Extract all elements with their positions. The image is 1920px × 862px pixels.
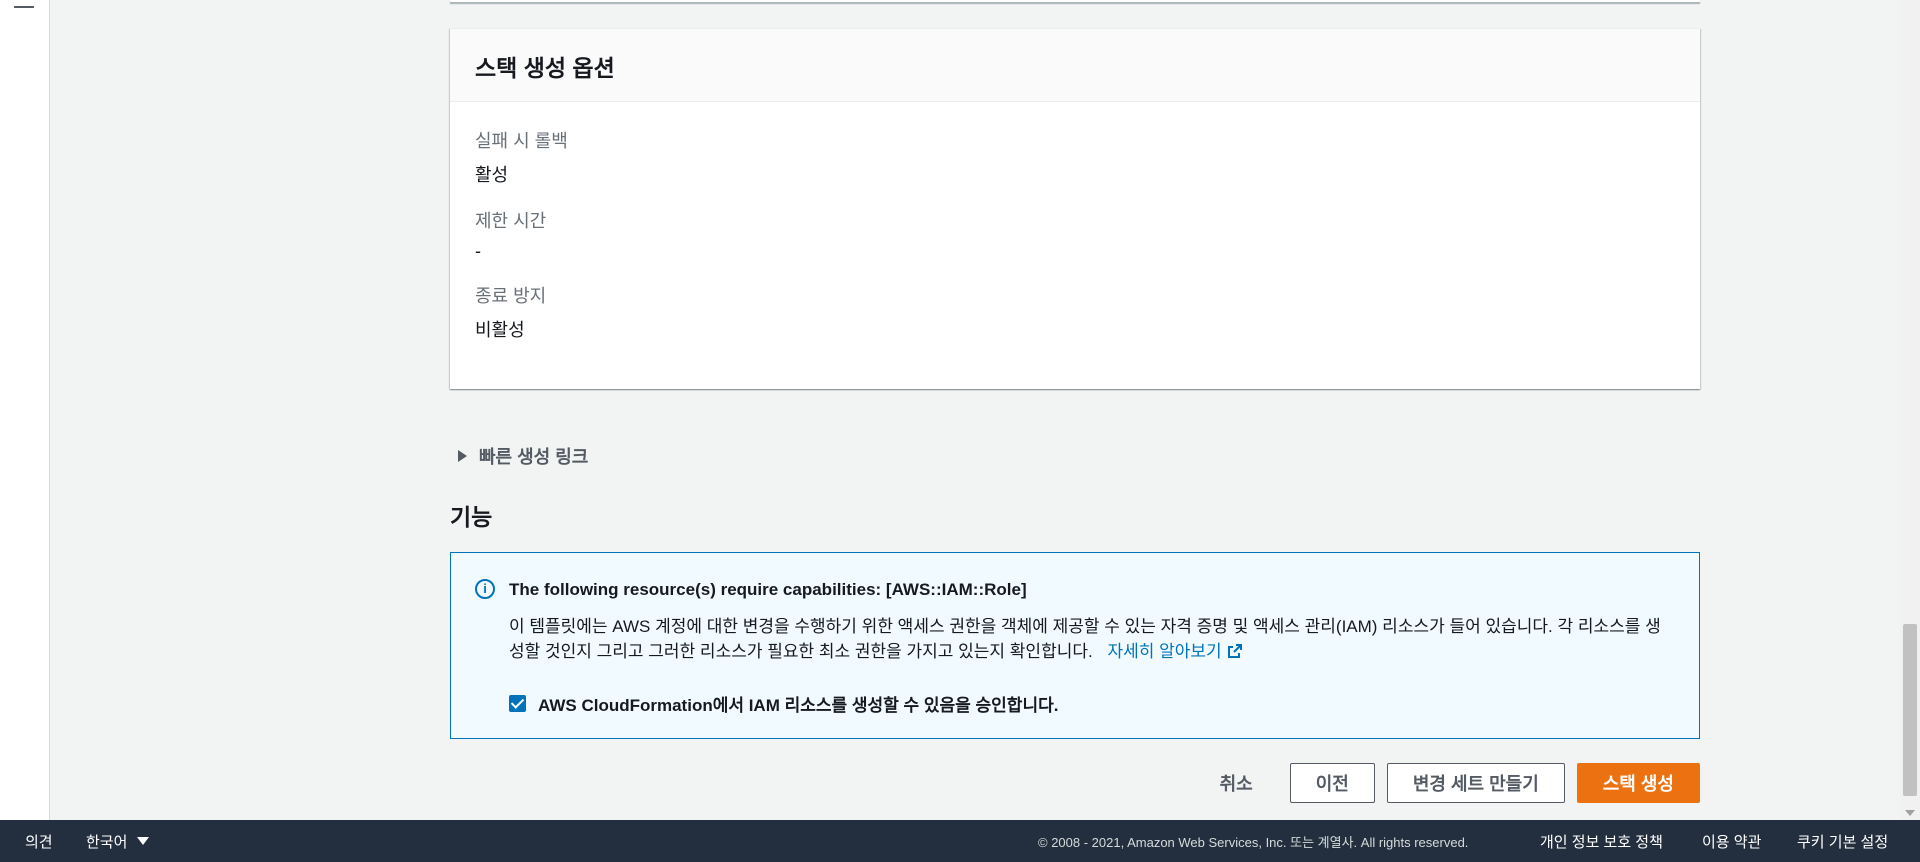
scrollbar-thumb[interactable] <box>1903 624 1917 796</box>
stack-options-card: 스택 생성 옵션 실패 시 롤백 활성 제한 시간 - 종료 방지 비활성 <box>450 28 1700 389</box>
capabilities-info-alert: i The following resource(s) require capa… <box>450 552 1700 739</box>
learn-more-label: 자세히 알아보기 <box>1107 642 1222 661</box>
copyright: © 2008 - 2021, Amazon Web Services, Inc.… <box>1038 834 1469 850</box>
language-label: 한국어 <box>86 833 128 851</box>
caret-down-icon <box>137 837 150 845</box>
wizard-actions: 취소 이전 변경 세트 만들기 스택 생성 <box>1195 763 1700 803</box>
external-link-icon <box>1227 641 1243 658</box>
info-description-text: 이 템플릿에는 AWS 계정에 대한 변경을 수행하기 위한 액세스 권한을 객… <box>509 617 1661 661</box>
iam-ack-label[interactable]: AWS CloudFormation에서 IAM 리소스를 생성할 수 있음을 … <box>538 691 1058 716</box>
learn-more-link[interactable]: 자세히 알아보기 <box>1107 642 1242 661</box>
cookie-preferences-link[interactable]: 쿠키 기본 설정 <box>1797 831 1888 852</box>
scrollbar[interactable] <box>1900 0 1920 820</box>
kv-label: 실패 시 롤백 <box>475 131 568 151</box>
previous-card-edge <box>450 0 1700 3</box>
language-selector[interactable]: 한국어 <box>86 831 150 852</box>
iam-ack-checkbox[interactable] <box>509 695 526 712</box>
expander-label: 빠른 생성 링크 <box>479 447 589 467</box>
console-footer: 의견 한국어 © 2008 - 2021, Amazon Web Service… <box>0 820 1920 862</box>
left-nav-rail <box>0 0 50 820</box>
create-stack-button[interactable]: 스택 생성 <box>1576 763 1700 803</box>
info-title: The following resource(s) require capabi… <box>509 580 1027 599</box>
quick-create-link-expander[interactable]: 빠른 생성 링크 <box>458 443 588 469</box>
kv-label: 종료 방지 <box>475 286 547 306</box>
previous-button[interactable]: 이전 <box>1289 763 1375 803</box>
iam-ack[interactable]: AWS CloudFormation에서 IAM 리소스를 생성할 수 있음을 … <box>509 691 1058 716</box>
termination-protection: 종료 방지 비활성 <box>475 282 1675 342</box>
info-icon: i <box>475 579 495 599</box>
create-changeset-button[interactable]: 변경 세트 만들기 <box>1386 763 1565 803</box>
kv-value: - <box>475 241 481 261</box>
info-description: 이 템플릿에는 AWS 계정에 대한 변경을 수행하기 위한 액세스 권한을 객… <box>509 614 1669 664</box>
terms-of-use-link[interactable]: 이용 약관 <box>1702 831 1761 852</box>
privacy-policy-link[interactable]: 개인 정보 보호 정책 <box>1540 831 1663 852</box>
menu-icon[interactable] <box>14 0 34 8</box>
caret-right-icon <box>458 450 467 462</box>
cancel-button[interactable]: 취소 <box>1195 763 1278 803</box>
card-header: 스택 생성 옵션 <box>450 29 1700 102</box>
capabilities-heading: 기능 <box>450 504 493 530</box>
kv-value: 활성 <box>475 165 509 185</box>
card-body: 실패 시 롤백 활성 제한 시간 - 종료 방지 비활성 <box>450 102 1700 387</box>
feedback-link[interactable]: 의견 <box>25 831 53 852</box>
kv-label: 제한 시간 <box>475 211 547 231</box>
rollback-on-failure: 실패 시 롤백 활성 <box>475 127 1675 187</box>
card-title: 스택 생성 옵션 <box>475 55 615 81</box>
scroll-down-arrow-icon[interactable] <box>1905 810 1915 816</box>
timeout: 제한 시간 - <box>475 207 1675 262</box>
kv-value: 비활성 <box>475 320 525 340</box>
